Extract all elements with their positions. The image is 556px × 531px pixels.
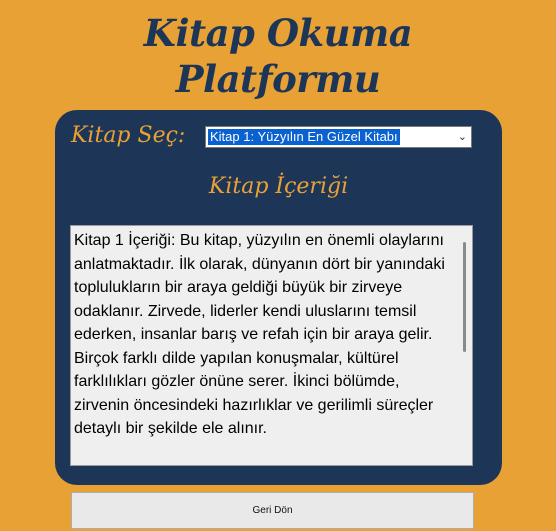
reader-panel: Kitap Seç: Kitap 1: Yüzyılın En Güzel Ki… [55, 110, 502, 485]
content-scrollbar[interactable] [460, 229, 469, 461]
app-title: Kitap Okuma Platformu [0, 10, 556, 102]
back-button[interactable]: Geri Dön [71, 492, 474, 529]
content-heading: Kitap İçeriği [208, 174, 349, 199]
app-title-line-2: Platformu [175, 57, 381, 101]
book-select-value: Kitap 1: Yüzyılın En Güzel Kitabı [208, 129, 400, 145]
book-content-textbox[interactable]: Kitap 1 İçeriği: Bu kitap, yüzyılın en ö… [70, 225, 473, 466]
book-content-text: Kitap 1 İçeriği: Bu kitap, yüzyılın en ö… [74, 232, 445, 437]
chevron-down-icon[interactable]: ⌄ [458, 128, 467, 146]
scrollbar-thumb[interactable] [463, 242, 466, 352]
book-select-dropdown[interactable]: Kitap 1: Yüzyılın En Güzel Kitabı ⌄ [205, 126, 472, 148]
app-title-line-1: Kitap Okuma [143, 11, 413, 55]
book-select-label: Kitap Seç: [71, 123, 186, 148]
